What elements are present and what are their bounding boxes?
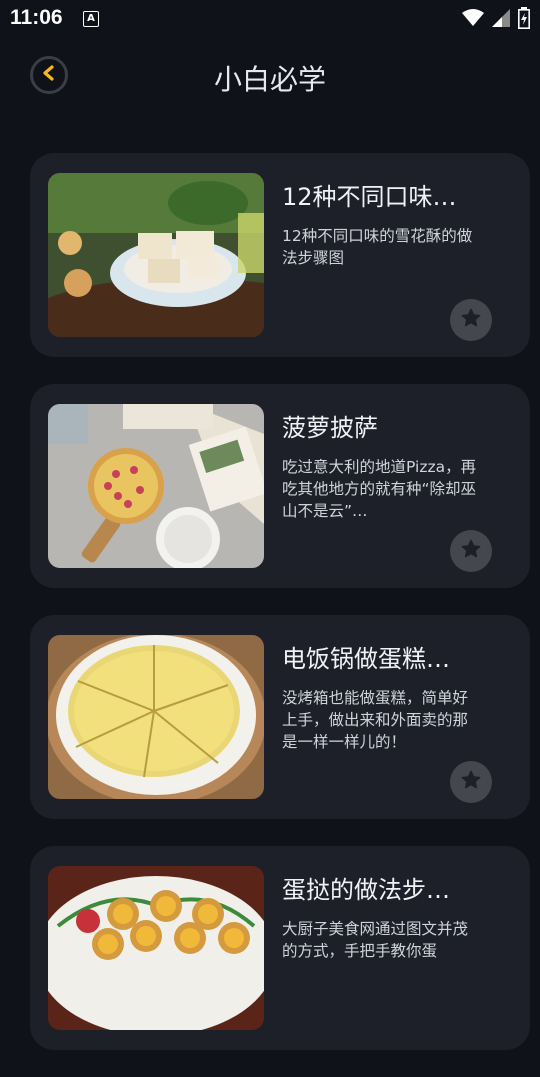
recipe-title: 电饭锅做蛋糕…: [282, 645, 450, 673]
favorite-button[interactable]: [450, 530, 492, 572]
recipe-description: 吃过意大利的地道Pizza，再吃其他地方的就有种“除却巫山不是云”…: [282, 458, 477, 520]
recipe-thumbnail: [48, 404, 264, 568]
recipe-thumbnail: [48, 173, 264, 337]
notification-a-icon: A: [83, 11, 99, 27]
recipe-title: 12种不同口味…: [282, 183, 457, 211]
recipe-thumbnail: [48, 635, 264, 799]
star-icon: [460, 307, 482, 333]
star-icon: [460, 769, 482, 795]
recipe-card[interactable]: 菠萝披萨 吃过意大利的地道Pizza，再吃其他地方的就有种“除却巫山不是云”…: [30, 384, 530, 588]
signal-icon: [492, 9, 510, 31]
page-title: 小白必学: [213, 63, 326, 96]
status-time: 11:06: [10, 6, 63, 29]
recipe-thumbnail: [48, 866, 264, 1030]
header: 小白必学: [0, 36, 540, 116]
recipe-card[interactable]: 12种不同口味… 12种不同口味的雪花酥的做法步骤图: [30, 153, 530, 357]
favorite-button[interactable]: [450, 299, 492, 341]
recipe-card[interactable]: 蛋挞的做法步… 大厨子美食网通过图文并茂的方式，手把手教你蛋: [30, 846, 530, 1050]
recipe-description: 没烤箱也能做蛋糕，简单好上手，做出来和外面卖的那是一样一样儿的！: [282, 689, 469, 751]
recipe-list: 12种不同口味… 12种不同口味的雪花酥的做法步骤图 菠萝披萨 吃过意大利的地道…: [30, 153, 540, 1077]
recipe-description: 大厨子美食网通过图文并茂的方式，手把手教你蛋: [282, 920, 469, 960]
recipe-title: 菠萝披萨: [282, 414, 378, 442]
battery-icon: [518, 7, 530, 33]
star-icon: [460, 538, 482, 564]
favorite-button[interactable]: [450, 761, 492, 803]
recipe-description: 12种不同口味的雪花酥的做法步骤图: [282, 227, 473, 267]
wifi-icon: [462, 9, 484, 31]
recipe-card[interactable]: 电饭锅做蛋糕… 没烤箱也能做蛋糕，简单好上手，做出来和外面卖的那是一样一样儿的！: [30, 615, 530, 819]
recipe-title: 蛋挞的做法步…: [282, 876, 450, 904]
status-bar: 11:06 A: [0, 0, 540, 36]
